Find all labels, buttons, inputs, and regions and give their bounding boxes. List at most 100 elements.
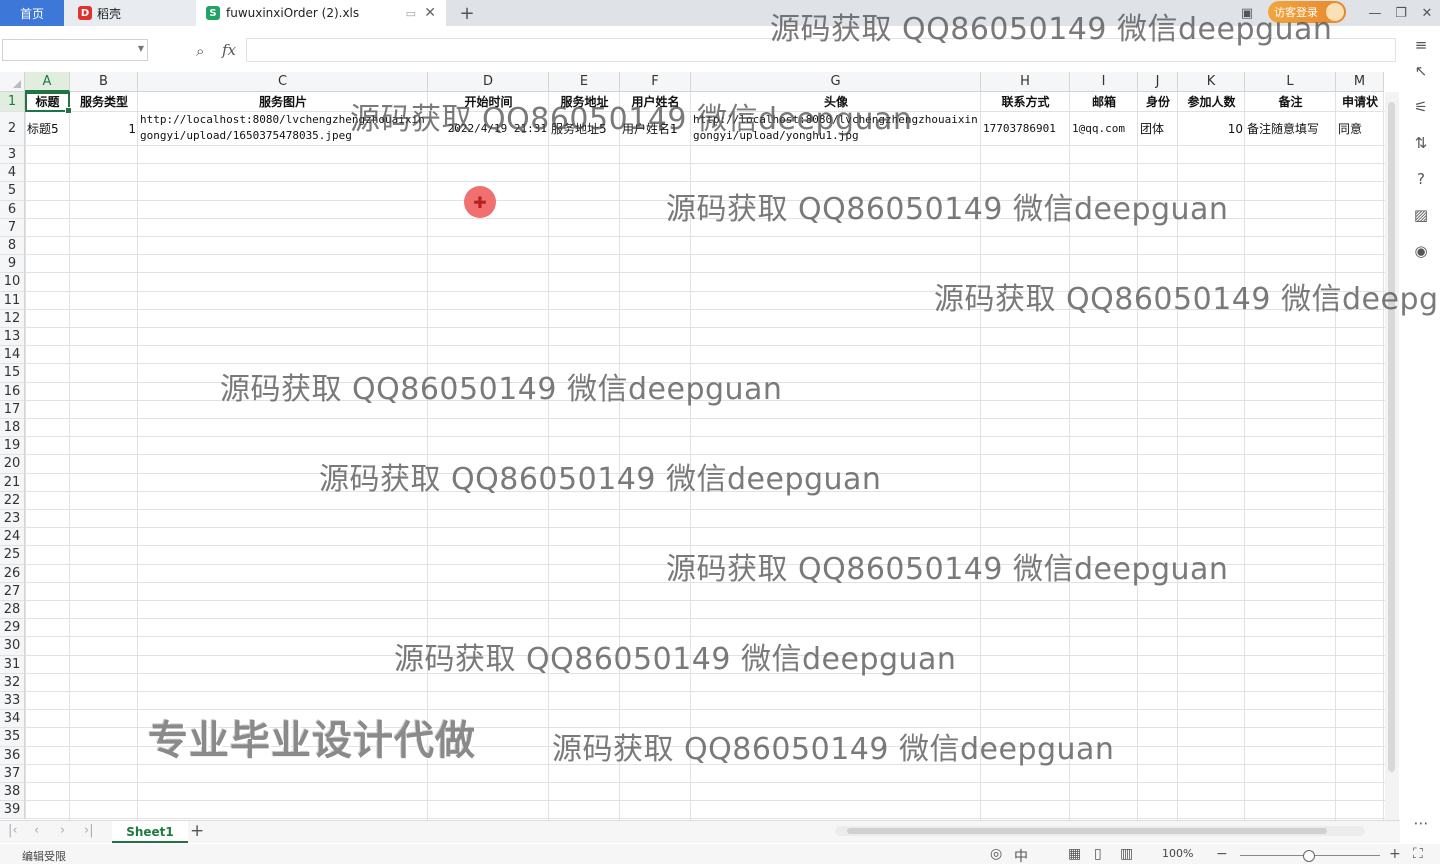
add-sheet-button[interactable]: + — [190, 821, 204, 841]
row-header-10[interactable]: 10 — [0, 273, 25, 292]
row-header-16[interactable]: 16 — [0, 382, 25, 401]
header-cell-email[interactable]: 邮箱 — [1070, 92, 1138, 112]
row-header-22[interactable]: 22 — [0, 491, 25, 510]
data-cell-participants[interactable]: 10 — [1178, 112, 1245, 146]
tab-docer[interactable]: D 稻壳 — [64, 0, 196, 26]
column-header-c[interactable]: C — [138, 72, 428, 92]
row-header-35[interactable]: 35 — [0, 728, 25, 747]
more-icon[interactable]: ⋯ — [1412, 814, 1430, 832]
row-header-25[interactable]: 25 — [0, 546, 25, 565]
row-header-20[interactable]: 20 — [0, 455, 25, 474]
column-header-f[interactable]: F — [620, 72, 691, 92]
new-tab-button[interactable]: + — [456, 2, 478, 24]
row-header-34[interactable]: 34 — [0, 710, 25, 729]
column-header-l[interactable]: L — [1245, 72, 1336, 92]
data-cell-remark[interactable]: 备注随意填写 — [1245, 112, 1336, 146]
column-header-a[interactable]: A — [25, 72, 70, 92]
header-cell-type[interactable]: 服务类型 — [70, 92, 138, 112]
zoom-slider-knob[interactable] — [1303, 850, 1315, 862]
fullscreen-icon[interactable]: ⛶ — [1413, 846, 1423, 862]
first-sheet-icon[interactable]: |‹ — [8, 823, 18, 838]
row-header-36[interactable]: 36 — [0, 746, 25, 765]
minimize-icon[interactable]: — — [1364, 3, 1386, 23]
image-icon[interactable]: ▨ — [1412, 206, 1430, 224]
column-header-m[interactable]: M — [1336, 72, 1384, 92]
row-header-19[interactable]: 19 — [0, 437, 25, 456]
vertical-scroll-thumb[interactable] — [1388, 102, 1395, 772]
pointer-icon[interactable]: ↖ — [1412, 62, 1430, 80]
eye-icon[interactable]: ◎ — [990, 846, 1002, 862]
row-header-13[interactable]: 13 — [0, 328, 25, 347]
row-header-5[interactable]: 5 — [0, 182, 25, 201]
settings-sliders-icon[interactable]: ⚟ — [1412, 98, 1430, 116]
row-header-37[interactable]: 37 — [0, 764, 25, 783]
help-icon[interactable]: ? — [1412, 170, 1430, 188]
row-header-9[interactable]: 9 — [0, 255, 25, 274]
page-layout-icon[interactable]: ▯ — [1094, 846, 1102, 862]
data-cell-phone[interactable]: 17703786901 — [981, 112, 1070, 146]
select-all-corner[interactable] — [0, 72, 25, 92]
row-header-12[interactable]: 12 — [0, 309, 25, 328]
row-header-30[interactable]: 30 — [0, 637, 25, 656]
row-header-24[interactable]: 24 — [0, 528, 25, 547]
search-icon[interactable]: ⌕ — [196, 42, 204, 60]
row-header-31[interactable]: 31 — [0, 655, 25, 674]
name-box[interactable]: ▼ — [2, 39, 148, 61]
zoom-out-icon[interactable]: − — [1216, 846, 1228, 862]
horizontal-scrollbar[interactable] — [835, 826, 1365, 836]
row-header-7[interactable]: 7 — [0, 218, 25, 237]
row-header-18[interactable]: 18 — [0, 419, 25, 438]
format-icon[interactable]: ⇅ — [1412, 134, 1430, 152]
collapse-icon[interactable]: ≡ — [1412, 36, 1430, 54]
data-cell-title[interactable]: 标题5 — [25, 112, 70, 146]
header-cell-remark[interactable]: 备注 — [1245, 92, 1336, 112]
cloud-icon[interactable]: ▭ — [406, 7, 416, 20]
row-header-1[interactable]: 1 — [0, 92, 25, 112]
page-break-icon[interactable]: ▥ — [1120, 846, 1133, 862]
tab-home[interactable]: 首页 — [0, 0, 64, 26]
row-header-11[interactable]: 11 — [0, 291, 25, 310]
row-header-23[interactable]: 23 — [0, 510, 25, 529]
row-header-26[interactable]: 26 — [0, 564, 25, 583]
tab-file[interactable]: S fuwuxinxiOrder (2).xls ▭ ✕ — [196, 0, 446, 26]
row-header-14[interactable]: 14 — [0, 346, 25, 365]
horizontal-scroll-thumb[interactable] — [847, 828, 1327, 834]
column-header-g[interactable]: G — [691, 72, 981, 92]
zoom-level[interactable]: 100% — [1162, 847, 1193, 860]
row-header-33[interactable]: 33 — [0, 692, 25, 711]
row-header-17[interactable]: 17 — [0, 400, 25, 419]
row-header-28[interactable]: 28 — [0, 601, 25, 620]
column-header-d[interactable]: D — [428, 72, 549, 92]
data-cell-email[interactable]: 1@qq.com — [1070, 112, 1138, 146]
row-header-3[interactable]: 3 — [0, 146, 25, 165]
data-cell-status[interactable]: 同意 — [1336, 112, 1384, 146]
header-cell-status[interactable]: 申请状 — [1336, 92, 1384, 112]
column-header-k[interactable]: K — [1178, 72, 1245, 92]
close-tab-icon[interactable]: ✕ — [424, 5, 436, 21]
row-header-6[interactable]: 6 — [0, 200, 25, 219]
row-header-15[interactable]: 15 — [0, 364, 25, 383]
header-cell-identity[interactable]: 身份 — [1138, 92, 1178, 112]
chevron-down-icon[interactable]: ▼ — [138, 44, 144, 53]
location-icon[interactable]: ◉ — [1412, 242, 1430, 260]
row-header-38[interactable]: 38 — [0, 783, 25, 802]
prev-sheet-icon[interactable]: ‹ — [34, 823, 39, 838]
row-header-21[interactable]: 21 — [0, 473, 25, 492]
normal-view-icon[interactable]: ▦ — [1068, 846, 1081, 862]
sheet-tab-sheet1[interactable]: Sheet1 — [112, 821, 188, 843]
row-header-27[interactable]: 27 — [0, 582, 25, 601]
input-method-icon[interactable]: 中 — [1014, 846, 1028, 866]
fx-icon[interactable]: fx — [222, 41, 236, 59]
last-sheet-icon[interactable]: ›| — [84, 823, 94, 838]
column-header-b[interactable]: B — [70, 72, 138, 92]
data-cell-type[interactable]: 1 — [70, 112, 138, 146]
vertical-scrollbar[interactable] — [1385, 92, 1399, 820]
restore-icon[interactable]: ❐ — [1390, 3, 1412, 23]
next-sheet-icon[interactable]: › — [60, 823, 65, 838]
data-cell-identity[interactable]: 团体 — [1138, 112, 1178, 146]
column-header-i[interactable]: I — [1070, 72, 1138, 92]
row-header-32[interactable]: 32 — [0, 673, 25, 692]
header-cell-phone[interactable]: 联系方式 — [981, 92, 1070, 112]
row-header-2[interactable]: 2 — [0, 112, 25, 146]
row-header-29[interactable]: 29 — [0, 619, 25, 638]
